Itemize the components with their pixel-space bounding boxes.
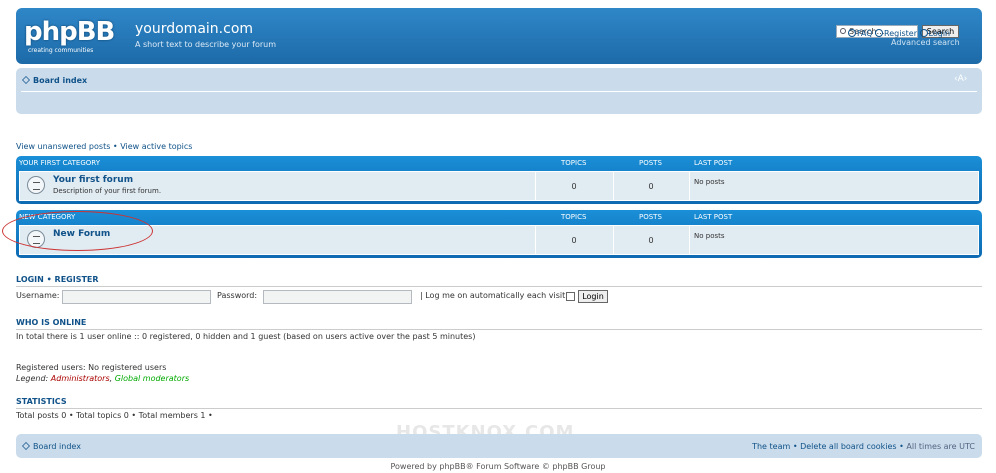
user-nav-links: FAQ Register Login: [848, 29, 950, 38]
login-link[interactable]: Login: [929, 29, 951, 38]
navbar-divider: [21, 91, 977, 92]
logo-tagline: creating communities: [28, 47, 94, 54]
topics-count: 0: [571, 236, 577, 245]
posts-count: 0: [648, 236, 654, 245]
col-topics: TOPICS: [561, 213, 587, 221]
category-new-category: NEW CATEGORY TOPICS POSTS LAST POST New …: [16, 210, 982, 258]
forum-read-icon: [27, 176, 45, 194]
section-divider: [16, 329, 982, 330]
login-register-title[interactable]: LOGIN • REGISTER: [16, 275, 99, 284]
col-posts: POSTS: [639, 159, 662, 167]
last-post: No posts: [694, 178, 725, 186]
advanced-search-link[interactable]: Advanced search: [891, 38, 960, 47]
username-field[interactable]: [62, 290, 211, 304]
forum-row[interactable]: New Forum 0 0 No posts: [19, 225, 979, 255]
home-icon: [22, 442, 30, 450]
timezone-text: All times are UTC: [906, 442, 975, 451]
col-last-post: LAST POST: [694, 213, 733, 221]
col-topics: TOPICS: [561, 159, 587, 167]
font-size-toggle[interactable]: ‹A›: [954, 74, 967, 84]
faq-link[interactable]: FAQ: [857, 29, 873, 38]
footer-board-index[interactable]: Board index: [33, 442, 81, 451]
active-topics-link[interactable]: View active topics: [120, 142, 192, 151]
highlight-ellipse: [2, 211, 153, 251]
search-icon: [840, 28, 846, 34]
posts-count: 0: [648, 182, 654, 191]
statistics-title: STATISTICS: [16, 397, 67, 406]
column-divider: [535, 226, 536, 254]
forum-row[interactable]: Your first forum Description of your fir…: [19, 171, 979, 201]
autologin-label: | Log me on automatically each visit: [420, 291, 566, 300]
footer-links: The team • Delete all board cookies • Al…: [752, 442, 975, 451]
who-is-online-title[interactable]: WHO IS ONLINE: [16, 318, 86, 327]
delete-cookies-link[interactable]: Delete all board cookies: [800, 442, 897, 451]
top-links: View unanswered posts • View active topi…: [16, 142, 192, 151]
statistics-text: Total posts 0 • Total topics 0 • Total m…: [16, 411, 213, 420]
last-post: No posts: [694, 232, 725, 240]
category-name[interactable]: YOUR FIRST CATEGORY: [19, 159, 100, 167]
legend-label: Legend:: [16, 374, 49, 383]
register-icon: [875, 29, 884, 37]
legend-global-moderators[interactable]: Global moderators: [115, 374, 189, 383]
legend: Legend: Administrators, Global moderator…: [16, 374, 189, 383]
category-header: NEW CATEGORY TOPICS POSTS LAST POST: [16, 210, 982, 224]
footer-breadcrumb[interactable]: Board index: [22, 442, 81, 451]
site-title: yourdomain.com: [135, 21, 254, 37]
register-link[interactable]: Register: [884, 29, 917, 38]
password-field[interactable]: [263, 290, 412, 304]
category-your-first-category: YOUR FIRST CATEGORY TOPICS POSTS LAST PO…: [16, 156, 982, 204]
link-separator: •: [110, 142, 121, 151]
navbar: Board index ‹A›: [16, 68, 982, 114]
home-icon: [22, 76, 30, 84]
autologin-checkbox[interactable]: [566, 292, 575, 301]
col-last-post: LAST POST: [694, 159, 733, 167]
team-link[interactable]: The team: [752, 442, 790, 451]
category-header: YOUR FIRST CATEGORY TOPICS POSTS LAST PO…: [16, 156, 982, 170]
login-button[interactable]: Login: [578, 290, 608, 303]
column-divider: [613, 172, 614, 200]
unanswered-posts-link[interactable]: View unanswered posts: [16, 142, 110, 151]
password-label: Password:: [217, 291, 258, 300]
faq-icon: [848, 29, 856, 37]
logo-text: phpBB: [24, 17, 115, 47]
column-divider: [689, 226, 690, 254]
footer-navbar: Board index The team • Delete all board …: [16, 434, 982, 458]
column-divider: [613, 226, 614, 254]
section-divider: [16, 286, 982, 287]
registered-users: Registered users: No registered users: [16, 363, 167, 372]
legend-administrators[interactable]: Administrators: [51, 374, 110, 383]
column-divider: [689, 172, 690, 200]
login-icon: [919, 29, 928, 37]
forum-description: Description of your first forum.: [53, 187, 162, 195]
username-label: Username:: [16, 291, 60, 300]
forum-title[interactable]: Your first forum: [53, 175, 133, 185]
online-summary: In total there is 1 user online :: 0 reg…: [16, 332, 476, 341]
topics-count: 0: [571, 182, 577, 191]
column-divider: [535, 172, 536, 200]
breadcrumb-board-index[interactable]: Board index: [33, 76, 87, 85]
powered-by: Powered by phpBB® Forum Software © phpBB…: [390, 462, 606, 471]
phpbb-logo[interactable]: phpBB creating communities: [24, 18, 129, 56]
section-divider: [16, 408, 982, 409]
breadcrumb[interactable]: Board index: [22, 76, 87, 85]
site-description: A short text to describe your forum: [135, 40, 277, 49]
col-posts: POSTS: [639, 213, 662, 221]
